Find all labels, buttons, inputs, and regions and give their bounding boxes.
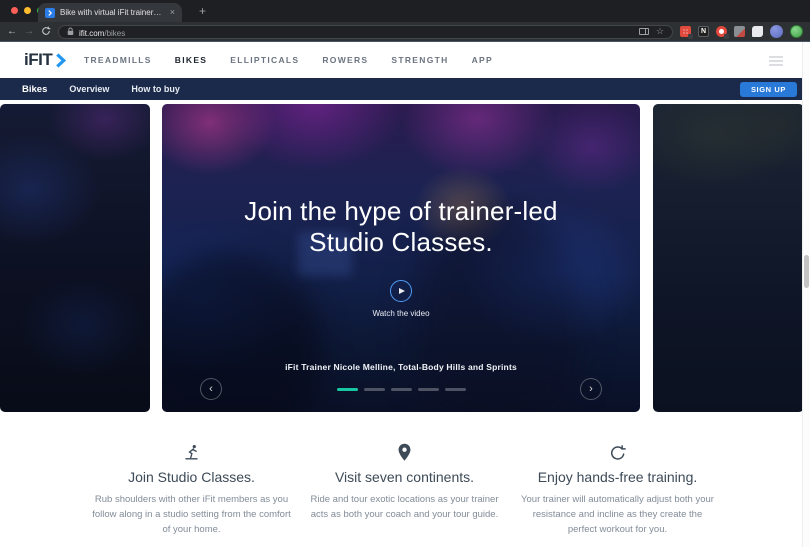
nav-item-ellipticals[interactable]: ELLIPTICALS	[230, 55, 299, 65]
subnav-link-overview[interactable]: Overview	[69, 84, 109, 94]
carousel-dot[interactable]	[364, 388, 385, 391]
tab-close-icon[interactable]: ×	[170, 8, 175, 17]
feature-body: Your trainer will automatically adjust b…	[517, 492, 718, 538]
carousel-prev-button[interactable]: ‹	[200, 378, 222, 400]
ifit-logo[interactable]: iFIT	[24, 50, 67, 70]
carousel-next-button[interactable]: ›	[580, 378, 602, 400]
carousel-dot[interactable]	[418, 388, 439, 391]
feature-hands-free: Enjoy hands-free training. Your trainer …	[511, 442, 724, 538]
sign-up-button[interactable]: SIGN UP	[740, 82, 797, 97]
feature-title: Visit seven continents.	[304, 469, 505, 485]
extension-red-grid-icon[interactable]	[680, 26, 691, 37]
feature-studio-classes: Join Studio Classes. Rub shoulders with …	[85, 442, 298, 538]
lock-icon	[67, 23, 74, 41]
auto-adjust-icon	[517, 442, 718, 462]
profile-avatar-green[interactable]	[790, 25, 803, 38]
extension-notion-icon[interactable]: N	[698, 26, 709, 37]
map-pin-icon	[304, 442, 505, 462]
url-path: /bikes	[104, 29, 125, 38]
ifit-logo-arrow-icon	[54, 53, 67, 68]
forward-icon[interactable]: →	[24, 27, 34, 37]
play-video-button[interactable]	[390, 280, 412, 302]
feature-title: Enjoy hands-free training.	[517, 469, 718, 485]
hero-caption: iFit Trainer Nicole Melline, Total-Body …	[162, 362, 640, 372]
nav-item-strength[interactable]: STRENGTH	[391, 55, 448, 65]
hero-headline: Join the hype of trainer-led Studio Clas…	[162, 196, 640, 258]
new-tab-button[interactable]: +	[199, 4, 206, 18]
browser-toolbar: ← → ifit.com/bikes ☆ N	[0, 22, 810, 42]
site-header: iFIT TREADMILLS BIKES ELLIPTICALS ROWERS…	[0, 42, 810, 78]
carousel-dot[interactable]	[391, 388, 412, 391]
carousel-dot[interactable]	[337, 388, 358, 391]
carousel-slide-active: Join the hype of trainer-led Studio Clas…	[162, 104, 640, 412]
feature-title: Join Studio Classes.	[91, 469, 292, 485]
nav-item-treadmills[interactable]: TREADMILLS	[84, 55, 152, 65]
page-scrollbar-thumb[interactable]	[804, 255, 809, 288]
ifit-favicon-icon	[45, 8, 55, 18]
hero-carousel: Join the hype of trainer-led Studio Clas…	[0, 100, 810, 416]
feature-seven-continents: Visit seven continents. Ride and tour ex…	[298, 442, 511, 538]
extension-red-record-icon[interactable]	[716, 26, 727, 37]
extension-camera-icon[interactable]	[734, 26, 745, 37]
features-section: Join Studio Classes. Rub shoulders with …	[85, 442, 725, 538]
tab-title: Bike with virtual iFit trainers in	[60, 8, 165, 17]
profile-avatar[interactable]	[770, 25, 783, 38]
window-minimize-button[interactable]	[24, 7, 31, 14]
nav-item-rowers[interactable]: ROWERS	[322, 55, 368, 65]
hamburger-menu-icon[interactable]	[769, 56, 783, 68]
extensions-puzzle-icon[interactable]	[752, 26, 763, 37]
subnav-bar: Bikes Overview How to buy SIGN UP	[0, 78, 810, 100]
url-host: ifit.com	[79, 29, 104, 38]
carousel-dot[interactable]	[445, 388, 466, 391]
subnav-section-title: Bikes	[22, 84, 47, 95]
browser-tab-strip: Bike with virtual iFit trainers in × +	[0, 0, 810, 22]
play-icon	[399, 288, 405, 294]
feature-body: Rub shoulders with other iFit members as…	[91, 492, 292, 538]
nav-item-app[interactable]: APP	[472, 55, 493, 65]
url-bar[interactable]: ifit.com/bikes ☆	[58, 25, 673, 39]
browser-tab[interactable]: Bike with virtual iFit trainers in ×	[38, 3, 182, 22]
sidebar-save-icon[interactable]	[639, 28, 649, 35]
reload-icon[interactable]	[41, 23, 51, 41]
feature-body: Ride and tour exotic locations as your t…	[304, 492, 505, 522]
watch-video-label[interactable]: Watch the video	[162, 309, 640, 318]
carousel-slide-previous	[0, 104, 150, 412]
page-scrollbar-track	[802, 42, 810, 547]
ifit-logo-text: iFIT	[24, 50, 52, 70]
bookmark-star-icon[interactable]: ☆	[656, 27, 664, 36]
studio-cyclist-icon	[91, 442, 292, 462]
subnav-link-how-to-buy[interactable]: How to buy	[131, 84, 180, 94]
carousel-indicators	[162, 388, 640, 391]
window-close-button[interactable]	[11, 7, 18, 14]
back-icon[interactable]: ←	[7, 27, 17, 37]
nav-item-bikes[interactable]: BIKES	[175, 55, 207, 65]
carousel-slide-next	[653, 104, 804, 412]
main-nav: TREADMILLS BIKES ELLIPTICALS ROWERS STRE…	[84, 42, 493, 78]
